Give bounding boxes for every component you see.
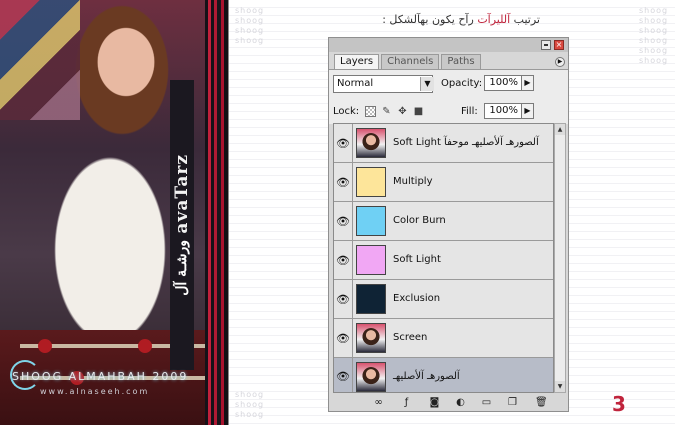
layers-panel: × Layers Channels Paths ▶ Normal ▼ Opaci…	[328, 37, 569, 412]
visibility-eye-icon[interactable]: 👁	[334, 202, 353, 240]
watermark: shoog	[235, 390, 265, 399]
layers-list: 👁 Soft Light آلصورهـ آلأصليهـ موحفآ 👁 Mu…	[333, 123, 554, 393]
layer-row[interactable]: 👁 Soft Light	[334, 241, 553, 280]
play-arrow-icon: ▶	[557, 58, 563, 65]
play-arrow-icon: ▶	[524, 106, 531, 115]
new-layer-icon[interactable]: ❐	[507, 397, 518, 408]
tab-channels[interactable]: Channels	[381, 54, 440, 69]
layer-thumbnail	[356, 245, 386, 275]
lock-label: Lock:	[333, 106, 360, 117]
layer-name: Multiply	[393, 176, 433, 187]
layer-thumbnail	[356, 128, 386, 158]
fill-label: Fill:	[461, 106, 478, 117]
close-button[interactable]: ×	[554, 40, 564, 50]
group-icon[interactable]: ▭	[481, 397, 492, 408]
layer-row-selected[interactable]: 👁 آلصورهـ آلأصليهـ	[334, 358, 553, 392]
layer-row[interactable]: 👁 Exclusion	[334, 280, 553, 319]
layer-row[interactable]: 👁 Screen	[334, 319, 553, 358]
watermark: shoog	[639, 56, 669, 65]
layer-options: Normal ▼ Opacity: 100% ▶ Lock: ✎ ✥ ■ Fil…	[329, 69, 568, 124]
caption-prefix: ترتيب	[513, 13, 540, 26]
brand-arabic: ورشـة آل	[174, 239, 190, 296]
tab-paths[interactable]: Paths	[441, 54, 481, 69]
visibility-eye-icon[interactable]: 👁	[334, 280, 353, 318]
step-number: 3	[612, 392, 626, 416]
visibility-eye-icon[interactable]: 👁	[334, 319, 353, 357]
layer-style-icon[interactable]: ƒ	[401, 397, 412, 408]
layer-thumbnail	[356, 206, 386, 236]
watermark: shoog	[235, 6, 265, 15]
opacity-input[interactable]: 100%	[484, 75, 522, 91]
watermark: shoog	[235, 16, 265, 25]
caption-highlight: آلليرآت	[477, 13, 511, 26]
opacity-label: Opacity:	[441, 78, 483, 89]
trash-icon[interactable]: 🗑	[535, 397, 548, 408]
layer-name: Soft Light	[393, 254, 441, 265]
chevron-down-icon[interactable]: ▼	[420, 77, 434, 91]
lock-all-icon[interactable]: ■	[413, 106, 424, 117]
close-icon: ×	[555, 40, 563, 49]
blend-mode-value: Normal	[337, 78, 374, 89]
layer-thumbnail	[356, 284, 386, 314]
adjustment-icon[interactable]: ◐	[455, 397, 466, 408]
link-icon[interactable]: ∞	[373, 397, 384, 408]
panel-titlebar[interactable]: ×	[329, 38, 568, 52]
layer-row[interactable]: 👁 Soft Light آلصورهـ آلأصليهـ موحفآ	[334, 124, 553, 163]
watermark: shoog	[639, 46, 669, 55]
play-arrow-icon: ▶	[524, 78, 531, 87]
visibility-eye-icon[interactable]: 👁	[334, 124, 353, 162]
panel-tabs: Layers Channels Paths	[334, 54, 483, 69]
caption-suffix: رآح يكون بهآلشكل :	[382, 13, 474, 26]
watermark: shoog	[639, 6, 669, 15]
scroll-up-icon[interactable]: ▲	[555, 124, 565, 135]
lock-brush-icon[interactable]: ✎	[381, 106, 392, 117]
layer-name: Exclusion	[393, 293, 441, 304]
lock-transparency-icon[interactable]	[365, 106, 376, 117]
layer-name: Screen	[393, 332, 428, 343]
layer-name: Color Burn	[393, 215, 446, 226]
watermark: shoog	[639, 26, 669, 35]
visibility-eye-icon[interactable]: 👁	[334, 163, 353, 201]
watermark: shoog	[235, 400, 265, 409]
avatar-banner: avaTarz ورشـة آل SHOOG ALMAHBAH 2009 www…	[0, 0, 228, 425]
watermark: shoog	[235, 410, 265, 419]
layer-row[interactable]: 👁 Multiply	[334, 163, 553, 202]
brand-latin: avaTarz	[172, 154, 192, 234]
layer-name: آلصورهـ آلأصليهـ	[393, 371, 460, 382]
table-knob	[138, 339, 152, 353]
layer-thumbnail	[356, 362, 386, 392]
signature-name: SHOOG ALMAHBAH 2009	[12, 370, 189, 383]
minimize-button[interactable]	[541, 40, 551, 50]
banner-stripes	[205, 0, 228, 425]
blend-mode-select[interactable]: Normal ▼	[333, 75, 434, 93]
layers-scrollbar[interactable]: ▲ ▼	[554, 123, 566, 393]
tab-layers[interactable]: Layers	[334, 54, 380, 69]
watermark: shoog	[235, 36, 265, 45]
watermark: shoog	[639, 36, 669, 45]
watermark: shoog	[639, 16, 669, 25]
layer-name: Soft Light آلصورهـ آلأصليهـ موحفآ	[393, 137, 539, 148]
scroll-down-icon[interactable]: ▼	[555, 381, 565, 392]
panel-menu-button[interactable]: ▶	[555, 57, 565, 67]
fill-input[interactable]: 100%	[484, 103, 522, 119]
signature-url: www.alnaseeh.com	[40, 387, 150, 396]
signature-block: SHOOG ALMAHBAH 2009 www.alnaseeh.com	[12, 370, 202, 396]
step-caption: ترتيب آلليرآت رآح يكون بهآلشكل :	[360, 13, 540, 26]
fill-slider-button[interactable]: ▶	[521, 103, 534, 119]
brand-tag: avaTarz ورشـة آل	[170, 80, 194, 370]
layer-thumbnail	[356, 167, 386, 197]
panel-footer: ∞ ƒ ◙ ◐ ▭ ❐ 🗑	[329, 394, 568, 411]
lock-move-icon[interactable]: ✥	[397, 106, 408, 117]
opacity-slider-button[interactable]: ▶	[521, 75, 534, 91]
wall-collage	[0, 0, 80, 120]
table-knob	[38, 339, 52, 353]
mask-icon[interactable]: ◙	[429, 397, 440, 408]
visibility-eye-icon[interactable]: 👁	[334, 358, 353, 392]
layer-row[interactable]: 👁 Color Burn	[334, 202, 553, 241]
watermark: shoog	[235, 26, 265, 35]
visibility-eye-icon[interactable]: 👁	[334, 241, 353, 279]
layer-thumbnail	[356, 323, 386, 353]
